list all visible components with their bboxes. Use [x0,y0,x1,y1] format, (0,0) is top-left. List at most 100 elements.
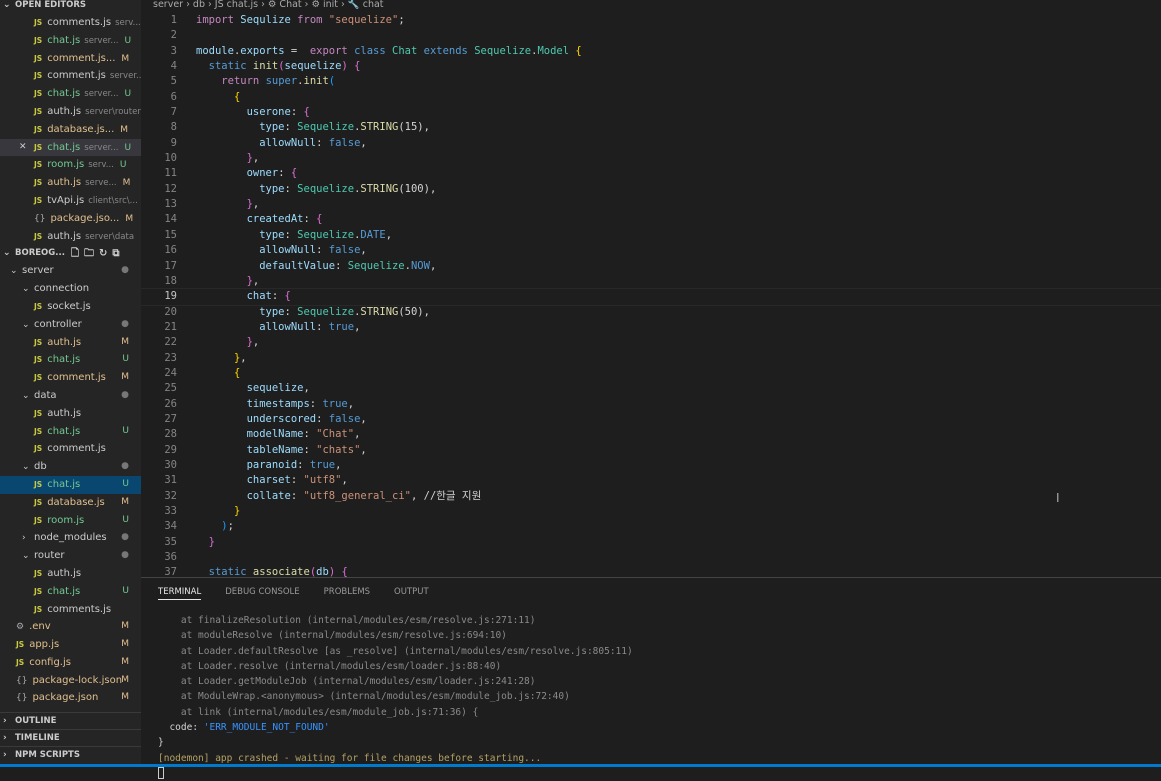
explorer-actions[interactable]: 🗋🗀↻⧉ [71,245,125,262]
tree-folder[interactable]: ⌄ db ● [0,458,141,476]
code-line[interactable]: 5 return super.init( [141,74,1161,89]
tree-folder[interactable]: ⌄ data ● [0,387,141,405]
tree-folder[interactable]: › node_modules ● [0,529,141,547]
code-line[interactable]: 36 [141,550,1161,565]
code-editor[interactable]: 1 import Sequlize from "sequelize"; 2 3 modu… [141,13,1161,577]
code-line[interactable]: 6 { [141,90,1161,105]
code-line[interactable]: 37 static associate(db) { [141,565,1161,577]
code-line[interactable]: 12 type: Sequelize.STRING(100), [141,182,1161,197]
open-editor-item[interactable]: JS chat.js server... U [0,85,141,103]
code-line[interactable]: 22 }, [141,335,1161,350]
new-file-icon[interactable]: 🗋 [71,248,84,259]
code-line[interactable]: 16 allowNull: false, [141,243,1161,258]
npm-scripts-section[interactable]: › NPM SCRIPTS [0,746,141,763]
open-editor-item[interactable]: JS auth.js server\data [0,228,141,246]
terminal-prompt[interactable] [158,766,1161,781]
open-editors-header[interactable]: ⌄ OPEN EDITORS [0,0,141,14]
new-folder-icon[interactable]: 🗀 [84,248,99,259]
code-line[interactable]: 17 defaultValue: Sequelize.NOW, [141,259,1161,274]
open-editor-item[interactable]: JS comment.js server... [0,67,141,85]
open-editor-item[interactable]: JS tvApi.js client\src\... [0,192,141,210]
tree-file[interactable]: JS app.js M [0,636,141,654]
js-file-icon: JS [34,586,43,596]
file-name: comment.js... [47,52,116,64]
code-line[interactable]: 11 owner: { [141,166,1161,181]
code-line[interactable]: 10 }, [141,151,1161,166]
tree-file[interactable]: JS comments.js [0,601,141,619]
code-line[interactable]: 18 }, [141,274,1161,289]
tree-folder[interactable]: ⌄ connection [0,280,141,298]
open-editor-item[interactable]: JS auth.js serve... M [0,174,141,192]
code-line[interactable]: 21 allowNull: true, [141,320,1161,335]
open-editor-item[interactable]: JS database.js... M [0,121,141,139]
tree-file[interactable]: {} package-lock.json M [0,672,141,690]
tree-folder[interactable]: ⌄ router ● [0,547,141,565]
breadcrumb[interactable]: server › db › JS chat.js › ⚙ Chat › ⚙ in… [153,0,384,10]
code-line[interactable]: 4 static init(sequelize) { [141,59,1161,74]
close-icon[interactable]: ✕ [19,139,27,157]
collapse-all-icon[interactable]: ⧉ [112,248,124,259]
tree-file[interactable]: JS database.js M [0,494,141,512]
tree-file[interactable]: {} package.json M [0,689,141,707]
code-line[interactable]: 7 userone: { [141,105,1161,120]
tree-file[interactable]: JS chat.js U [0,351,141,369]
tree-file[interactable]: JS room.js U [0,512,141,530]
tree-file[interactable]: JS comment.js [0,440,141,458]
tab-problems[interactable]: PROBLEMS [324,578,370,606]
tree-file[interactable]: JS auth.js [0,565,141,583]
code-line[interactable]: 29 tableName: "chats", [141,443,1161,458]
tree-file[interactable]: JS config.js M [0,654,141,672]
code-line[interactable]: 1 import Sequlize from "sequelize"; [141,13,1161,28]
code-line[interactable]: 3 module.exports = export class Chat exte… [141,44,1161,59]
open-editors-list: JS comments.js serv... JS chat.js server... U J… [0,14,141,245]
code-line[interactable]: 31 charset: "utf8", [141,473,1161,488]
tab-output[interactable]: OUTPUT [394,578,429,606]
open-editor-item[interactable]: JS comment.js... M [0,50,141,68]
code-line[interactable]: 8 type: Sequelize.STRING(15), [141,120,1161,135]
tree-folder[interactable]: ⌄ controller ● [0,316,141,334]
code-line[interactable]: 26 timestamps: true, [141,397,1161,412]
tree-file[interactable]: JS auth.js [0,405,141,423]
code-line[interactable]: 35 } [141,535,1161,550]
tree-file[interactable]: JS chat.js U [0,475,141,494]
code-line[interactable]: 20 type: Sequelize.STRING(50), [141,305,1161,320]
code-line[interactable]: 19 chat: { [141,288,1161,306]
code-line[interactable]: 33 } [141,504,1161,519]
tree-file[interactable]: JS chat.js U [0,423,141,441]
code-line[interactable]: 25 sequelize, [141,381,1161,396]
terminal-output[interactable]: at finalizeResolution (internal/modules/… [141,613,1161,781]
code-line[interactable]: 32 collate: "utf8_general_ci", //한글 지원 [141,489,1161,504]
code-line[interactable]: 15 type: Sequelize.DATE, [141,228,1161,243]
tab-terminal[interactable]: TERMINAL [158,578,202,600]
project-header[interactable]: ⌄ BOREOG... 🗋🗀↻⧉ [0,245,141,262]
tree-file[interactable]: JS socket.js [0,298,141,316]
code-line[interactable]: 34 ); [141,519,1161,534]
tree-folder[interactable]: ⌄ server ● [0,262,141,280]
tree-file[interactable]: JS chat.js U [0,583,141,601]
code-line[interactable]: 27 underscored: false, [141,412,1161,427]
refresh-icon[interactable]: ↻ [99,248,112,259]
open-editor-item[interactable]: {} package.jso... M [0,210,141,228]
code-line[interactable]: 23 }, [141,351,1161,366]
tree-file[interactable]: JS comment.js M [0,369,141,387]
code-line[interactable]: 9 allowNull: false, [141,136,1161,151]
timeline-section[interactable]: › TIMELINE [0,729,141,746]
open-editor-item[interactable]: JS room.js serv... U [0,156,141,174]
outline-section[interactable]: › OUTLINE [0,712,141,729]
code-line[interactable]: 28 modelName: "Chat", [141,427,1161,442]
open-editor-item[interactable]: ✕ JS chat.js server... U [0,138,141,157]
tab-debug-console[interactable]: DEBUG CONSOLE [225,578,299,606]
tree-file[interactable]: ⚙ .env M [0,618,141,636]
code-line[interactable]: 2 [141,28,1161,43]
tree-file[interactable]: JS auth.js M [0,334,141,352]
open-editor-item[interactable]: JS auth.js server\router [0,103,141,121]
open-editor-item[interactable]: JS comments.js serv... [0,14,141,32]
open-editor-item[interactable]: JS chat.js server... U [0,32,141,50]
code-line[interactable]: 24 { [141,366,1161,381]
code-line[interactable]: 14 createdAt: { [141,212,1161,227]
code-line[interactable]: 13 }, [141,197,1161,212]
code-line[interactable]: 30 paranoid: true, [141,458,1161,473]
code-token: = [290,44,310,57]
